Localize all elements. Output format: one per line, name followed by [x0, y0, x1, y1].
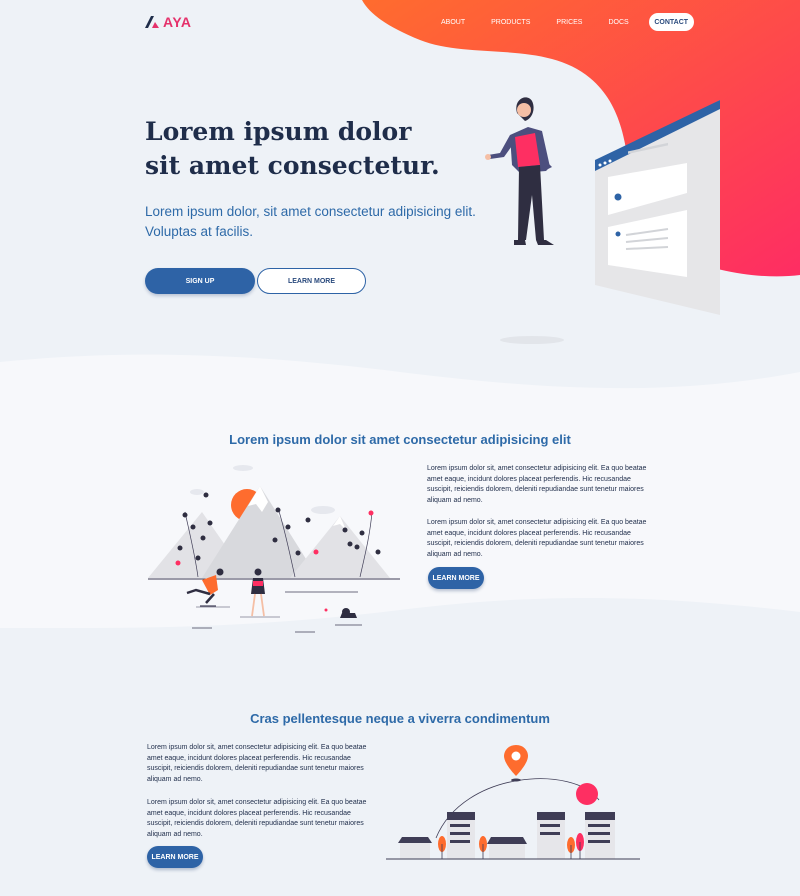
city-section-title: Cras pellentesque neque a viverra condim… — [250, 711, 550, 726]
hero-subtitle-line-2: Voluptas at facilis. — [145, 224, 254, 239]
hero-subtitle: Lorem ipsum dolor, sit amet consectetur … — [145, 202, 485, 242]
features-paragraph-1: Lorem ipsum dolor sit, amet consectetur … — [427, 465, 647, 504]
sign-up-button[interactable]: SIGN UP — [145, 268, 255, 294]
dog — [324, 608, 362, 626]
hero-subtitle-line-1: Lorem ipsum dolor, sit amet consectetur … — [145, 204, 476, 219]
nav-link-about[interactable]: ABOUT — [441, 19, 465, 26]
woman-illustration — [485, 97, 564, 344]
nav-link-products[interactable]: PRODUCTS — [491, 19, 530, 26]
city-paragraph-1: Lorem ipsum dolor sit, amet consectetur … — [147, 744, 367, 783]
hero-illustration — [485, 97, 720, 344]
main-nav: ABOUT PRODUCTS PRICES DOCS CONTACT — [441, 13, 694, 31]
nav-link-prices[interactable]: PRICES — [556, 19, 582, 26]
browser-window-illustration — [595, 100, 720, 315]
features-paragraph-2: Lorem ipsum dolor sit, amet consectetur … — [427, 519, 647, 558]
hero-learn-more-button[interactable]: LEARN MORE — [257, 268, 366, 294]
city-illustration — [386, 745, 640, 860]
brand[interactable]: AYA — [145, 14, 192, 30]
city-learn-more-button[interactable]: LEARN MORE — [147, 846, 203, 868]
hero-title-line-1: Lorem ipsum dolor — [145, 117, 412, 146]
sun — [576, 783, 598, 805]
nav-link-docs[interactable]: DOCS — [608, 19, 628, 26]
city-paragraph-2: Lorem ipsum dolor sit, amet consectetur … — [147, 799, 367, 838]
features-section-title: Lorem ipsum dolor sit amet consectetur a… — [229, 432, 571, 447]
park-illustration — [148, 465, 400, 633]
features-learn-more-button[interactable]: LEARN MORE — [428, 567, 484, 589]
brand-name: AYA — [163, 14, 192, 30]
aya-logo-mark-icon — [145, 16, 159, 28]
contact-button[interactable]: CONTACT — [648, 13, 694, 31]
hero-title: Lorem ipsum dolor sit amet consectetur. — [145, 115, 475, 183]
location-pin-icon — [504, 745, 528, 782]
hero-title-line-2: sit amet consectetur. — [145, 151, 440, 180]
